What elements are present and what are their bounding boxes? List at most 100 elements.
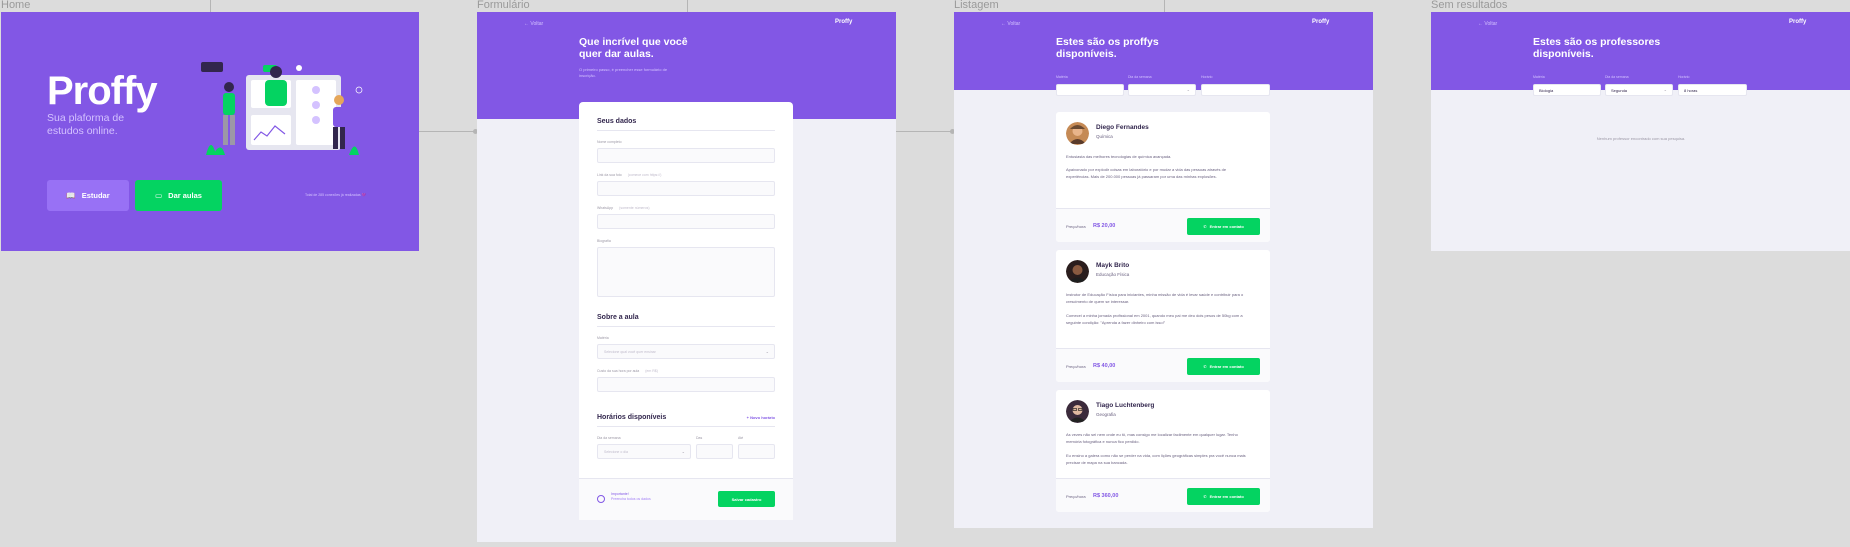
price-label: Preço/hora [1066,494,1086,499]
filter-subject-select[interactable] [1056,84,1124,96]
whatsapp-icon: ✆ [1203,224,1207,229]
avatar [1066,400,1089,423]
teacher-bio: Comecei a minha jornada profissional em … [1066,313,1243,325]
frame-label-home: Home [1,0,31,11]
subject-select[interactable]: Selecione qual você quer ensinar ⌄ [597,344,775,359]
avatar [1066,260,1089,283]
back-link[interactable]: ← Voltar [524,21,543,27]
avatar-input[interactable] [597,181,775,196]
price-label: Preço/hora [1066,364,1086,369]
divider [597,130,775,131]
give-classes-button-label: Dar aulas [168,191,202,200]
book-icon: 📖 [66,191,76,200]
study-button[interactable]: 📖 Estudar [47,180,129,211]
filter-time-input[interactable]: 8 horas [1678,84,1747,96]
topbar-logo: Proffy [1789,19,1807,25]
teacher-price: R$ 40,00 [1093,363,1116,369]
back-link[interactable]: ← Voltar [1478,21,1497,27]
teacher-card: Diego Fernandes Química Entusiasta das m… [1056,112,1270,242]
frame-label-list: Listagem [954,0,999,11]
filter-time-input[interactable] [1201,84,1270,96]
filter-time-label: Horário [1201,75,1213,79]
warning-text: Importante! Preencha todos os dados [611,492,651,501]
chevron-down-icon: ⌄ [1663,87,1667,92]
hero-illustration [201,62,363,155]
cost-input[interactable] [597,377,775,392]
weekday-select[interactable]: Selecione o dia ⌄ [597,444,691,459]
contact-button[interactable]: ✆ Entrar em contato [1187,488,1260,505]
price-label: Preço/hora [1066,224,1086,229]
empty-header: ← Voltar Proffy Estes são os professores… [1431,12,1850,90]
topbar-logo: Proffy [1312,19,1330,25]
teacher-subject: Geografia [1096,412,1116,417]
teacher-card-footer: Preço/hora R$ 40,00 ✆ Entrar em contato [1056,348,1270,382]
warning-icon [597,495,605,503]
teacher-name: Tiago Luchtenberg [1096,402,1155,409]
contact-button[interactable]: ✆ Entrar em contato [1187,358,1260,375]
prototype-connector [419,129,478,134]
empty-results-frame: ← Voltar Proffy Estes são os professores… [1431,12,1850,251]
section-personal-data: Seus dados [597,118,637,125]
page-title: Estes são os professores disponíveis. [1533,36,1661,60]
whatsapp-input[interactable] [597,214,775,229]
teacher-card: Tiago Luchtenberg Geografia As vezes não… [1056,390,1270,512]
filter-time-label: Horário [1678,75,1690,79]
bio-label: Biografia [597,239,611,243]
topbar-logo: Proffy [835,19,853,25]
back-link[interactable]: ← Voltar [1001,21,1020,27]
registration-form: Seus dados Nome completo Link da sua fot… [579,102,793,520]
frame-tick [1164,0,1165,12]
filter-weekday-select[interactable]: ⌄ [1128,84,1196,96]
whatsapp-icon: ✆ [1203,364,1207,369]
divider [597,426,775,427]
teacher-name: Mayk Brito [1096,262,1130,269]
teacher-card-footer: Preço/hora R$ 20,00 ✆ Entrar em contato [1056,208,1270,242]
contact-button[interactable]: ✆ Entrar em contato [1187,218,1260,235]
teacher-name: Diego Fernandes [1096,124,1149,131]
filter-subject-label: Matéria [1056,75,1068,79]
teacher-card-footer: Preço/hora R$ 360,00 ✆ Entrar em contato [1056,478,1270,512]
frame-tick [210,0,211,12]
new-time-button[interactable]: + Novo horário [747,415,775,420]
form-frame: ← Voltar Proffy Que incrível que você qu… [477,12,896,542]
frame-label-empty: Sem resultados [1431,0,1508,11]
tv-icon: ▭ [155,191,163,200]
filter-time-value: 8 horas [1684,88,1698,93]
teacher-card: Mayk Brito Educação Física Instrutor de … [1056,250,1270,382]
filter-weekday-label: Dia da semana [1605,75,1629,79]
avatar-label: Link da sua foto (comece com https://) [597,173,662,177]
proffy-logo: Proffy [47,69,158,113]
filter-subject-label: Matéria [1533,75,1545,79]
filter-weekday-label: Dia da semana [1128,75,1152,79]
section-schedule: Horários disponíveis [597,414,667,421]
teacher-bio: Apaixonado por explodir coisas em labora… [1066,167,1227,179]
list-frame: ← Voltar Proffy Estes são os proffys dis… [954,12,1373,528]
subject-placeholder: Selecione qual você quer ensinar [604,350,656,354]
divider [597,326,775,327]
section-class: Sobre a aula [597,314,639,321]
page-title: Que incrível que você quer dar aulas. [579,36,688,60]
teacher-subject: Educação Física [1096,272,1130,277]
save-button[interactable]: Salvar cadastro [718,491,775,507]
teacher-bio: As vezes não sei nem onde eu tô, mas con… [1066,432,1238,444]
to-input[interactable] [738,444,775,459]
name-input[interactable] [597,148,775,163]
bio-textarea[interactable] [597,247,775,297]
to-label: Até [738,436,744,440]
filter-subject-select[interactable]: Biologia [1533,84,1601,96]
name-label: Nome completo [597,140,622,144]
filter-weekday-select[interactable]: Segunda ⌄ [1605,84,1673,96]
teacher-price: R$ 360,00 [1093,493,1119,499]
no-results-message: Nenhum professor encontrado com sua pesq… [1596,136,1686,141]
filter-weekday-value: Segunda [1611,88,1628,93]
whatsapp-icon: ✆ [1203,494,1207,499]
from-input[interactable] [696,444,733,459]
teacher-bio: Eu ensino a galera como não se perder na… [1066,453,1246,465]
teacher-subject: Química [1096,134,1113,139]
filter-subject-value: Biologia [1539,88,1554,93]
page-title: Estes são os proffys disponíveis. [1056,36,1159,60]
avatar [1066,122,1089,145]
give-classes-button[interactable]: ▭ Dar aulas [135,180,222,211]
subject-label: Matéria [597,336,609,340]
home-tagline: Sua plaforma de estudos online. [47,112,125,137]
